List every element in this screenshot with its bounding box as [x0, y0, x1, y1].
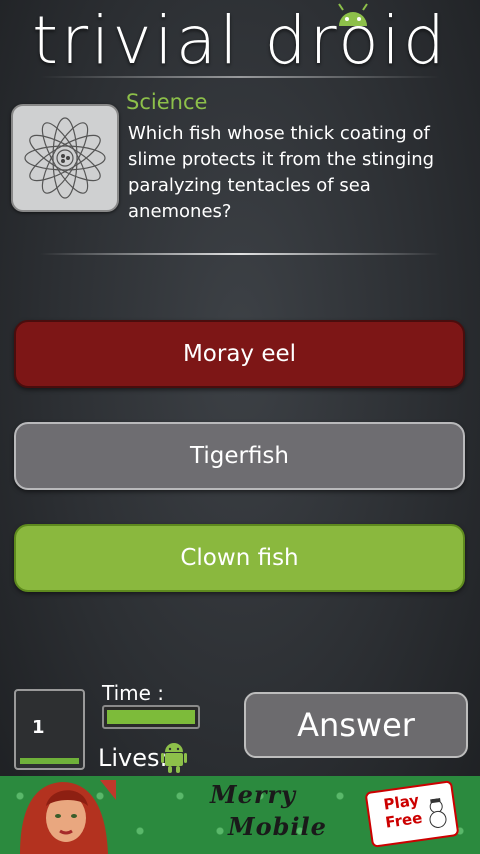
answer-label: Moray eel: [182, 341, 297, 367]
category-icon: [11, 104, 119, 212]
score-bar: [20, 758, 79, 764]
android-icon: [161, 743, 187, 773]
ad-title-line1: Merry: [210, 780, 297, 809]
score-value: 1: [32, 717, 45, 738]
ad-banner[interactable]: Merry Mobile Play Free: [0, 776, 480, 854]
time-label: Time :: [102, 681, 165, 705]
ad-character-image: [20, 780, 116, 854]
atom-icon: [24, 117, 106, 199]
answer-option-2[interactable]: Tigerfish: [14, 422, 465, 490]
app-logo: trivial droid: [0, 6, 480, 76]
answer-label: Tigerfish: [190, 443, 289, 469]
answer-button[interactable]: Answer: [244, 692, 468, 758]
answer-option-3[interactable]: Clown fish: [14, 524, 465, 592]
ad-title-line2: Mobile: [228, 812, 327, 841]
question-text: Which fish whose thick coating of slime …: [128, 123, 435, 222]
answer-button-label: Answer: [297, 706, 415, 744]
ad-cta: Play Free: [382, 790, 424, 832]
time-bar: [102, 705, 200, 729]
lives-label: Lives:: [98, 744, 168, 772]
app-title: trivial droid: [32, 2, 448, 79]
logo-underline: [40, 76, 440, 78]
snowman-icon: [429, 797, 447, 828]
answer-label: Clown fish: [180, 545, 299, 571]
question-category: Science: [126, 90, 208, 114]
answer-option-1[interactable]: Moray eel: [14, 320, 465, 388]
divider: [40, 253, 440, 255]
android-logo-icon: [338, 3, 368, 26]
time-bar-fill: [107, 710, 195, 724]
score-box: 1: [14, 689, 85, 770]
